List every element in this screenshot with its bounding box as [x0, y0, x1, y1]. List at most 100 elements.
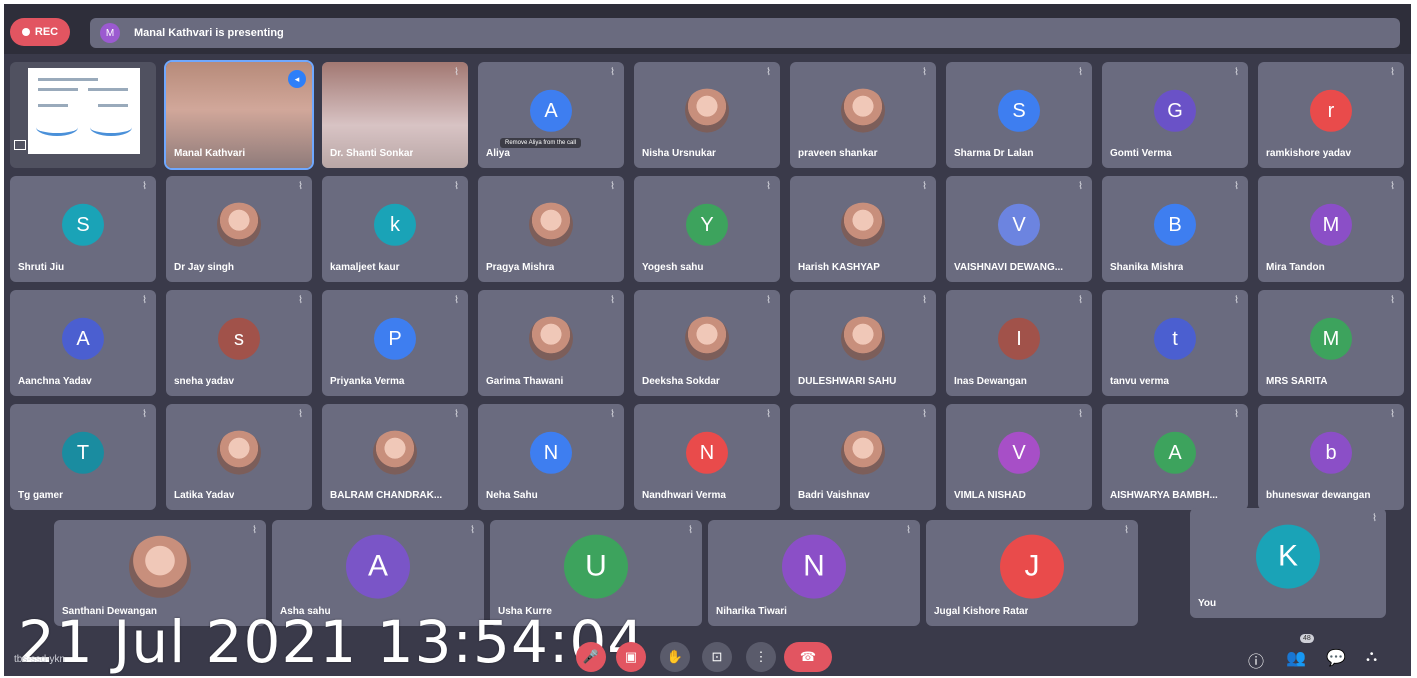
participant-name: Latika Yadav — [174, 490, 235, 501]
mic-off-icon: ⌇ — [252, 525, 257, 536]
present-button[interactable]: ⊡ — [702, 642, 732, 672]
participant-tile[interactable]: r ⌇ ramkishore yadav — [1258, 62, 1404, 168]
participant-tile[interactable]: ⌇ Nisha Ursnukar — [634, 62, 780, 168]
participant-name: Neha Sahu — [486, 490, 538, 501]
mic-off-icon: 🎤 — [582, 649, 600, 664]
participant-tile[interactable]: ⌇ Pragya Mishra — [478, 176, 624, 282]
mic-off-icon: ⌇ — [1078, 295, 1083, 306]
participant-tile[interactable]: M ⌇ Mira Tandon — [1258, 176, 1404, 282]
participant-tile[interactable]: ⌇ DULESHWARI SAHU — [790, 290, 936, 396]
record-dot-icon — [21, 28, 30, 36]
participant-tile[interactable]: ⌇ praveen shankar — [790, 62, 936, 168]
presenting-text: Manal Kathvari is presenting — [134, 27, 284, 39]
participant-name: Badri Vaishnav — [798, 490, 870, 501]
avatar: G — [1154, 89, 1196, 132]
slide-text-line — [38, 88, 78, 91]
participant-tile[interactable]: M ⌇ MRS SARITA — [1258, 290, 1404, 396]
participant-name: Nisha Ursnukar — [642, 148, 716, 159]
mic-off-icon: ⌇ — [142, 295, 147, 306]
more-options-button[interactable]: ⋮ — [746, 642, 776, 672]
participant-tile[interactable]: ⌇ Harish KASHYAP — [790, 176, 936, 282]
participant-tile[interactable]: T ⌇ Tg gamer — [10, 404, 156, 510]
mic-button[interactable]: 🎤 — [576, 642, 606, 672]
participant-tile[interactable]: A ⌇ Aliya Remove Aliya from the call — [478, 62, 624, 168]
participant-tile[interactable]: V ⌇ VAISHNAVI DEWANG... — [946, 176, 1092, 282]
slide-text-line — [38, 78, 98, 81]
participant-tile[interactable]: ⌇ Deeksha Sokdar — [634, 290, 780, 396]
participant-name: sneha yadav — [174, 376, 235, 387]
mic-off-icon: ⌇ — [688, 525, 693, 536]
avatar-photo — [841, 202, 885, 247]
recording-indicator: REC — [10, 18, 70, 46]
mic-off-icon: ⌇ — [1234, 181, 1239, 192]
presenting-banner[interactable]: M Manal Kathvari is presenting — [90, 18, 1400, 48]
mic-off-icon: ⌇ — [1390, 295, 1395, 306]
meeting-screen: REC M Manal Kathvari is presenting ◂ Mana… — [4, 4, 1411, 676]
participant-tile[interactable]: G ⌇ Gomti Verma — [1102, 62, 1248, 168]
avatar: Y — [686, 203, 728, 246]
participant-tile[interactable]: S ⌇ Sharma Dr Lalan — [946, 62, 1092, 168]
participant-tile[interactable]: J ⌇ Jugal Kishore Ratar — [926, 520, 1138, 626]
avatar: k — [374, 203, 416, 246]
participant-name: Shanika Mishra — [1110, 262, 1184, 273]
participant-name: MRS SARITA — [1266, 376, 1328, 387]
slide-text-line — [98, 104, 128, 107]
mic-off-icon: ⌇ — [766, 67, 771, 78]
participant-tile[interactable]: ⌇ BALRAM CHANDRAK... — [322, 404, 468, 510]
mic-off-icon: ⌇ — [1390, 181, 1395, 192]
slide-curve — [90, 119, 132, 136]
slide-text-line — [88, 88, 128, 91]
avatar: A — [530, 89, 572, 132]
presentation-tile[interactable] — [10, 62, 156, 168]
avatar: S — [62, 203, 104, 246]
more-options-icon: ⋮ — [754, 649, 768, 664]
participant-tile[interactable]: I ⌇ Inas Dewangan — [946, 290, 1092, 396]
participant-tile[interactable]: S ⌇ Shruti Jiu — [10, 176, 156, 282]
participant-tile[interactable]: ⌇ Latika Yadav — [166, 404, 312, 510]
info-icon[interactable]: ⓘ — [1248, 648, 1264, 672]
avatar: r — [1310, 89, 1352, 132]
avatar: N — [686, 431, 728, 474]
participant-tile[interactable]: k ⌇ kamaljeet kaur — [322, 176, 468, 282]
mic-off-icon: ⌇ — [922, 67, 927, 78]
participant-name: Garima Thawani — [486, 376, 564, 387]
activities-icon[interactable]: ⛬ — [1366, 648, 1377, 666]
participant-tile[interactable]: b ⌇ bhuneswar dewangan — [1258, 404, 1404, 510]
participant-tile[interactable]: Y ⌇ Yogesh sahu — [634, 176, 780, 282]
slide-text-line — [38, 104, 68, 107]
camera-button[interactable]: ▣ — [616, 642, 646, 672]
participant-tile[interactable]: t ⌇ tanvu verma — [1102, 290, 1248, 396]
participant-tile[interactable]: ⌇ Badri Vaishnav — [790, 404, 936, 510]
participant-tile[interactable]: A ⌇ AISHWARYA BAMBH... — [1102, 404, 1248, 510]
participant-name: Harish KASHYAP — [798, 262, 880, 273]
participant-tile[interactable]: ⌇ Dr. Shanti Sonkar — [322, 62, 468, 168]
avatar-photo — [841, 316, 885, 361]
present-screen-icon — [14, 140, 26, 150]
mic-off-icon: ⌇ — [1078, 181, 1083, 192]
avatar-photo — [685, 88, 729, 133]
participant-name: Pragya Mishra — [486, 262, 555, 273]
participant-tile[interactable]: ◂ Manal Kathvari — [164, 60, 314, 170]
chat-icon[interactable]: 💬 — [1326, 648, 1346, 668]
participant-tile[interactable]: N ⌇ Nandhwari Verma — [634, 404, 780, 510]
presentation-slide — [28, 68, 140, 154]
participant-name: Dr Jay singh — [174, 262, 235, 273]
people-icon[interactable]: 👥 — [1286, 648, 1306, 668]
participant-tile[interactable]: s ⌇ sneha yadav — [166, 290, 312, 396]
participant-tile[interactable]: N ⌇ Neha Sahu — [478, 404, 624, 510]
participant-tile[interactable]: V ⌇ VIMLA NISHAD — [946, 404, 1092, 510]
mic-off-icon: ⌇ — [142, 409, 147, 420]
participant-name: Aliya — [486, 148, 510, 159]
raise-hand-button[interactable]: ✋ — [660, 642, 690, 672]
participant-tile[interactable]: ⌇ Garima Thawani — [478, 290, 624, 396]
participant-tile[interactable]: A ⌇ Aanchna Yadav — [10, 290, 156, 396]
participant-tile[interactable]: B ⌇ Shanika Mishra — [1102, 176, 1248, 282]
participant-name: Inas Dewangan — [954, 376, 1027, 387]
mic-off-icon: ⌇ — [610, 295, 615, 306]
hang-up-button[interactable]: ☎ — [784, 642, 832, 672]
participant-tile[interactable]: ⌇ Dr Jay singh — [166, 176, 312, 282]
participant-tile[interactable]: N ⌇ Niharika Tiwari — [708, 520, 920, 626]
participant-tile[interactable]: P ⌇ Priyanka Verma — [322, 290, 468, 396]
participant-tile[interactable]: K ⌇ You — [1190, 508, 1386, 618]
avatar-photo — [129, 535, 191, 598]
